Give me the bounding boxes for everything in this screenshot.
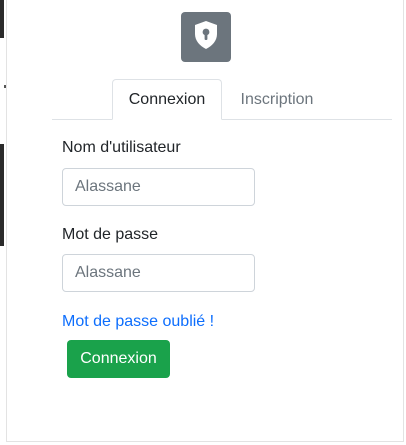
tab-inscription[interactable]: Inscription (222, 79, 332, 120)
tab-connexion[interactable]: Connexion (112, 79, 222, 120)
login-submit-button[interactable]: Connexion (67, 340, 170, 378)
shield-lock-icon (193, 20, 219, 55)
background-page-edge (0, 0, 4, 38)
background-page-edge (0, 144, 4, 246)
login-panel (6, 0, 404, 442)
forgot-password-link[interactable]: Mot de passe oublié ! (62, 313, 214, 331)
username-input[interactable] (62, 168, 255, 206)
password-label: Mot de passe (62, 226, 159, 243)
page: Connexion Inscription Nom d'utilisateur … (0, 0, 406, 445)
password-input[interactable] (62, 254, 255, 292)
app-logo (181, 12, 231, 62)
username-label: Nom d'utilisateur (62, 139, 181, 156)
